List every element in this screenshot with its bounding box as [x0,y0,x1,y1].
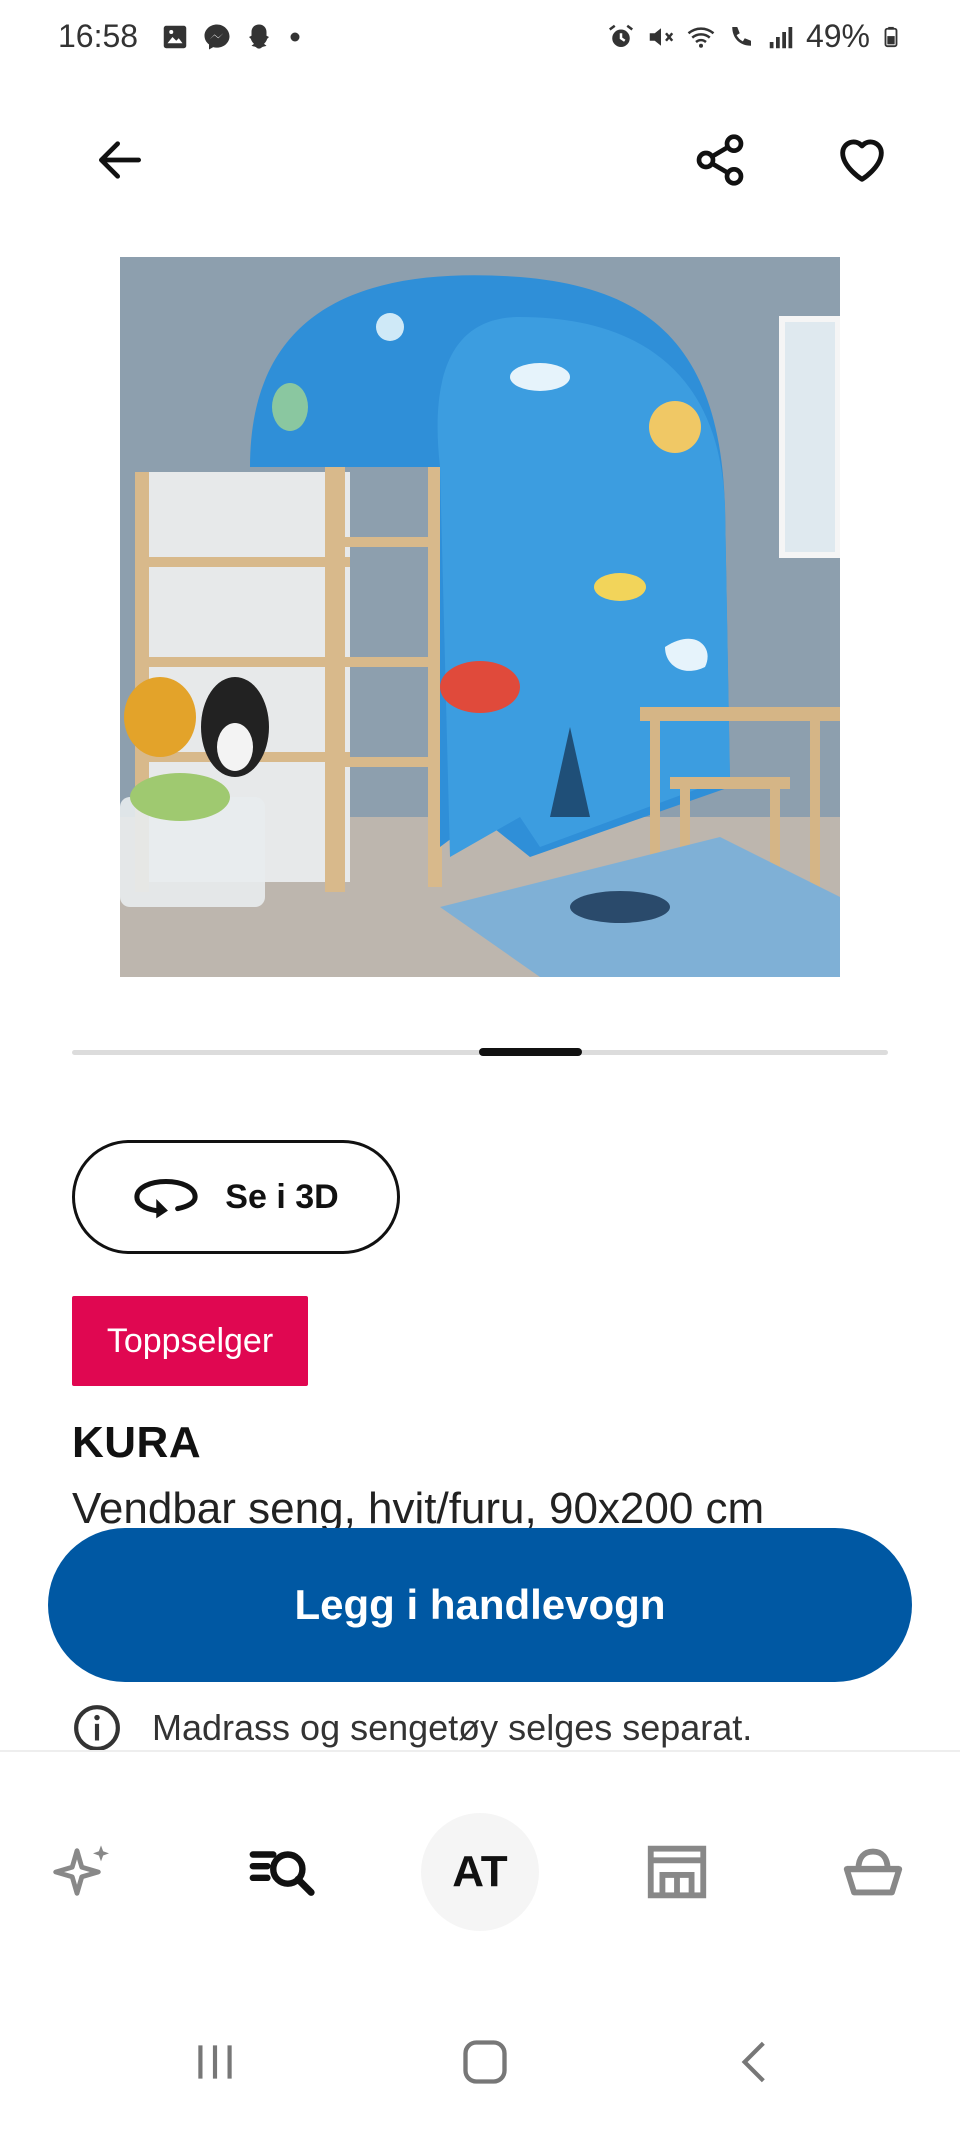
store-icon [647,1845,707,1899]
nav-search[interactable] [217,1752,347,1992]
chevron-left-icon [741,2041,765,2083]
avatar-initials: AT [452,1847,508,1896]
nav-profile[interactable]: AT [415,1752,545,1992]
info-icon [74,1705,120,1751]
nav-inspiration[interactable] [20,1752,150,1992]
rotate-3d-icon [134,1178,198,1219]
status-time: 16:58 [58,18,139,54]
nav-stores[interactable] [612,1752,742,1992]
product-name: KURA [72,1418,202,1467]
alarm-icon [608,24,633,47]
sparkle-icon [53,1845,109,1896]
wifi-call-icon [732,26,751,46]
view-3d-label: Se i 3D [225,1177,339,1216]
battery-icon [884,26,898,47]
profile-avatar: AT [421,1813,539,1931]
search-list-icon [249,1851,315,1896]
product-image[interactable] [120,257,840,977]
battery-percentage: 49% [805,18,870,54]
carousel-indicator[interactable] [479,1048,582,1056]
snapchat-icon [249,24,269,49]
dot-icon [290,32,300,42]
wifi-icon [687,26,715,48]
system-navigation-bar [0,1992,960,2133]
basket-icon [843,1848,903,1896]
heart-icon [840,139,884,182]
add-to-cart-label: Legg i handlevogn [294,1581,666,1628]
view-3d-button[interactable]: Se i 3D [72,1140,400,1254]
mute-icon [649,27,674,46]
system-back-button[interactable] [705,2022,805,2102]
product-description: Vendbar seng, hvit/furu, 90x200 cm [72,1484,765,1533]
gallery-icon [163,25,187,49]
home-button[interactable] [435,2022,535,2102]
recent-apps-icon [198,2045,232,2079]
nav-basket[interactable] [808,1752,938,1992]
status-notification-icons [160,22,304,52]
signal-icon [769,26,793,48]
status-right-group: 49% [606,18,902,55]
status-bar: 16:58 49% [0,0,960,80]
back-button[interactable] [80,120,160,200]
recent-apps-button[interactable] [165,2022,265,2102]
add-to-cart-button[interactable]: Legg i handlevogn [48,1528,912,1682]
home-icon [463,2040,507,2084]
messenger-icon [204,24,230,50]
bottom-navigation: AT [0,1752,960,1992]
favorite-button[interactable] [822,120,902,200]
bunk-bed-photo [120,257,840,977]
share-icon [696,134,744,186]
top-seller-badge: Toppselger [72,1296,308,1386]
notice-text: Madrass og sengetøy selges separat. [152,1707,753,1748]
product-notice: Madrass og sengetøy selges separat. [72,1703,752,1753]
share-button[interactable] [680,120,760,200]
arrow-left-icon [99,141,142,179]
